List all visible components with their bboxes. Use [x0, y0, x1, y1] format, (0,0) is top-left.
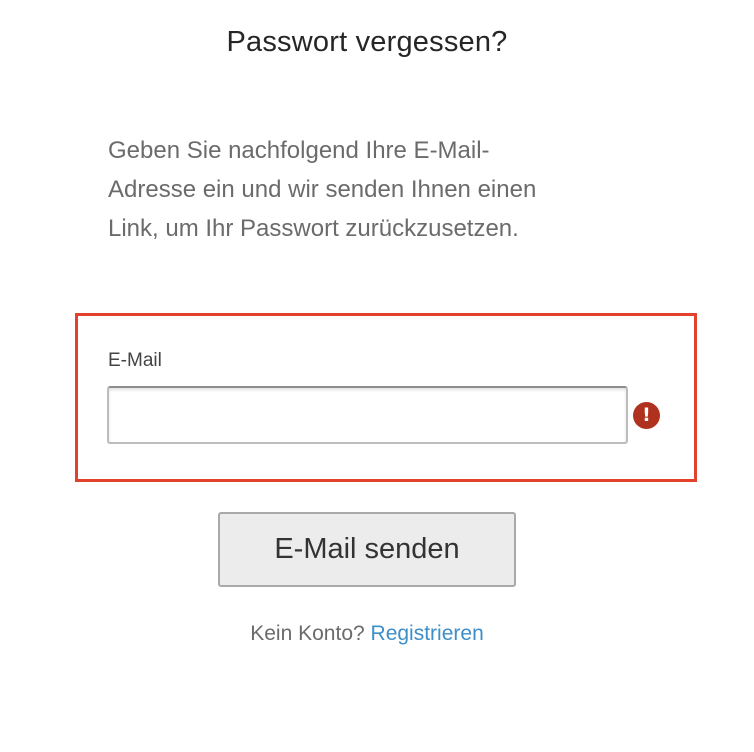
page-title: Passwort vergessen? — [226, 26, 508, 58]
no-account-text: Kein Konto? — [250, 622, 365, 645]
exclamation-circle-icon: ! — [633, 402, 660, 429]
email-label: E-Mail — [108, 350, 162, 371]
email-field[interactable] — [107, 386, 628, 444]
intro-line: Adresse ein und wir senden Ihnen einen — [108, 176, 537, 203]
intro-line: Geben Sie nachfolgend Ihre E-Mail- — [108, 137, 490, 164]
register-link[interactable]: Registrieren — [371, 622, 484, 645]
footer: Kein Konto? Registrieren — [0, 622, 734, 646]
intro-line: Link, um Ihr Passwort zurückzusetzen. — [108, 215, 519, 242]
intro-text: Geben Sie nachfolgend Ihre E-Mail- Adres… — [108, 131, 668, 248]
send-email-button[interactable]: E-Mail senden — [218, 512, 516, 587]
